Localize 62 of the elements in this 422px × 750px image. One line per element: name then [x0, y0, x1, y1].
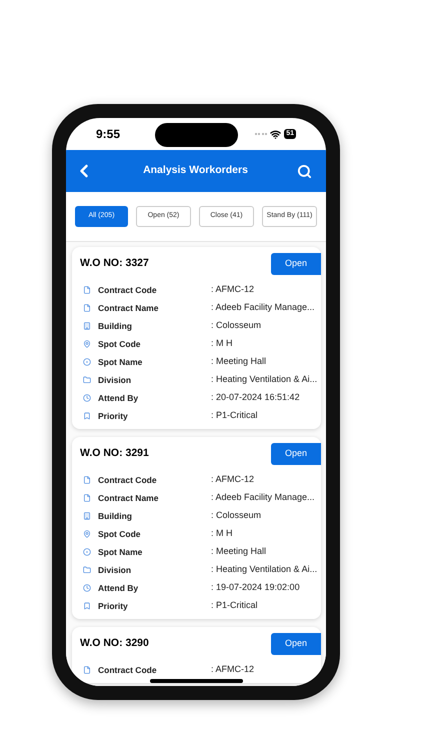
field-label: Spot Name: [98, 546, 144, 558]
field-label: Contract Code: [98, 664, 158, 676]
map-pin-icon: [83, 340, 91, 348]
field-label: Attend By: [98, 392, 140, 404]
folder-icon: [83, 566, 91, 574]
field-value: : 19-07-2024 19:02:00: [211, 581, 300, 594]
field-label: Spot Name: [98, 356, 144, 368]
field-label: Division: [98, 374, 132, 386]
field-value: : 20-07-2024 16:51:42: [211, 391, 300, 404]
building-icon: [83, 512, 91, 520]
workorder-number: W.O NO: 3290: [80, 636, 149, 652]
field-label: Attend By: [98, 582, 140, 594]
signal-icon: [255, 132, 268, 136]
search-icon[interactable]: [296, 164, 312, 178]
field-value: : Heating Ventilation & Ai...: [211, 373, 318, 386]
field-value: : Meeting Hall: [211, 355, 266, 368]
field-label: Building: [98, 510, 133, 522]
field-value: : Heating Ventilation & Ai...: [211, 563, 318, 576]
wifi-icon: [270, 128, 282, 140]
status-time: 9:55: [96, 126, 120, 143]
field-value: : Adeeb Facility Manage...: [211, 491, 315, 504]
building-icon: [83, 322, 91, 330]
open-button[interactable]: Open: [271, 633, 321, 655]
open-button[interactable]: Open: [271, 443, 321, 465]
field-label: Contract Code: [98, 284, 158, 296]
field-value: : Colosseum: [211, 509, 262, 522]
target-icon: [83, 358, 91, 366]
document-icon: [83, 286, 91, 294]
document-icon: [83, 476, 91, 484]
field-value: : AFMC-12: [211, 473, 254, 486]
field-label: Building: [98, 320, 133, 332]
field-label: Priority: [98, 410, 129, 422]
field-value: : P1-Critical: [211, 599, 258, 612]
open-button[interactable]: Open: [271, 253, 321, 275]
field-label: Spot Code: [98, 338, 142, 350]
field-value: : M H: [211, 527, 232, 540]
clock-icon: [83, 394, 91, 402]
bookmark-icon: [83, 602, 91, 610]
field-label: Division: [98, 564, 132, 576]
folder-icon: [83, 376, 91, 384]
field-value: : Adeeb Facility Manage...: [211, 301, 315, 314]
map-pin-icon: [83, 530, 91, 538]
field-label: Spot Code: [98, 528, 142, 540]
document-icon: [83, 304, 91, 312]
field-value: : M H: [211, 337, 232, 350]
document-icon: [83, 494, 91, 502]
clock-icon: [83, 584, 91, 592]
document-icon: [83, 666, 91, 674]
workorder-number: W.O NO: 3327: [80, 256, 149, 272]
field-value: : AFMC-12: [211, 283, 254, 296]
field-value: : Colosseum: [211, 319, 262, 332]
field-label: Contract Name: [98, 302, 160, 314]
field-value: : Meeting Hall: [211, 545, 266, 558]
target-icon: [83, 548, 91, 556]
workorder-number: W.O NO: 3291: [80, 446, 149, 462]
bookmark-icon: [83, 412, 91, 420]
field-label: Contract Code: [98, 474, 158, 486]
field-label: Priority: [98, 600, 129, 612]
field-value: : AFMC-12: [211, 663, 254, 676]
field-label: Contract Name: [98, 492, 160, 504]
header-title: Analysis Workorders: [143, 163, 248, 178]
field-value: : P1-Critical: [211, 409, 258, 422]
